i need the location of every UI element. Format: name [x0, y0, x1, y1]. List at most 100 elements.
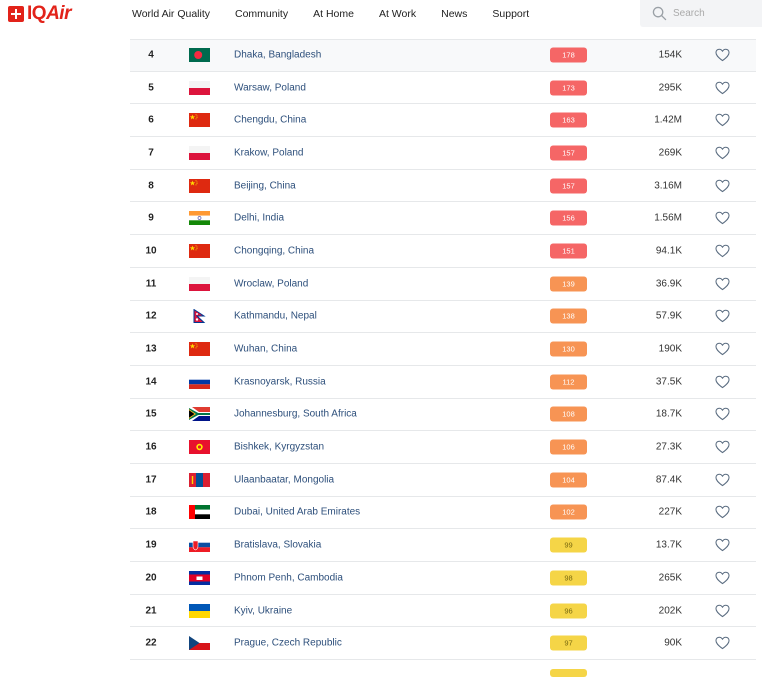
ranking-row[interactable]: 9 Delhi, India 156 1.56M	[130, 202, 756, 236]
ranking-row[interactable]: 10 Chongqing, China 151 94.1K	[130, 235, 756, 268]
india-flag-icon	[189, 211, 210, 226]
rank-number: 4	[148, 49, 154, 61]
heart-icon[interactable]	[715, 538, 730, 552]
aqi-badge: 139	[550, 276, 587, 292]
aqi-badge: 157	[550, 178, 587, 194]
rank-number: 14	[145, 376, 157, 388]
ranking-row[interactable]: 17 Ulaanbaatar, Mongolia 104 87.4K	[130, 464, 756, 497]
nav-at-work[interactable]: At Work	[379, 8, 416, 21]
heart-icon[interactable]	[715, 277, 730, 291]
heart-icon[interactable]	[715, 113, 730, 127]
heart-icon[interactable]	[715, 48, 730, 62]
nav-community[interactable]: Community	[235, 8, 288, 21]
rank-number: 9	[148, 212, 154, 224]
uae-flag-icon	[189, 505, 210, 520]
city-link[interactable]: Johannesburg, South Africa	[234, 409, 357, 420]
city-link[interactable]: Wroclaw, Poland	[234, 278, 308, 289]
aqi-badge: 96	[550, 603, 587, 619]
heart-icon[interactable]	[715, 146, 730, 160]
ranking-row[interactable]: 6 Chengdu, China 163 1.42M	[130, 104, 756, 138]
city-link[interactable]: Dhaka, Bangladesh	[234, 50, 321, 61]
followers-count: 36.9K	[655, 278, 682, 290]
heart-icon[interactable]	[715, 179, 730, 193]
nav-at-home[interactable]: At Home	[313, 8, 354, 21]
nav-news[interactable]: News	[441, 8, 467, 21]
poland-flag-icon	[189, 276, 210, 291]
city-link[interactable]: Wuhan, China	[234, 344, 297, 355]
rank-number: 7	[148, 147, 154, 159]
city-link[interactable]: Bratislava, Slovakia	[234, 540, 321, 551]
heart-icon[interactable]	[715, 342, 730, 356]
followers-count: 87.4K	[655, 474, 682, 486]
ranking-row[interactable]: 7 Krakow, Poland 157 269K	[130, 137, 756, 170]
heart-icon[interactable]	[715, 604, 730, 618]
city-link[interactable]: Kyiv, Ukraine	[234, 605, 292, 616]
city-link[interactable]: Phnom Penh, Cambodia	[234, 572, 343, 583]
heart-icon[interactable]	[715, 505, 730, 519]
rank-number: 22	[145, 637, 157, 649]
city-link[interactable]: Krasnoyarsk, Russia	[234, 376, 326, 387]
ranking-row[interactable]: 21 Kyiv, Ukraine 96 202K	[130, 595, 756, 628]
heart-icon[interactable]	[715, 211, 730, 225]
aqi-badge: 130	[550, 341, 587, 357]
followers-count: 295K	[658, 82, 682, 94]
ranking-row[interactable]: 14 Krasnoyarsk, Russia 112 37.5K	[130, 366, 756, 399]
followers-count: 13.7K	[655, 539, 682, 551]
city-link[interactable]: Krakow, Poland	[234, 147, 304, 158]
followers-count: 269K	[658, 147, 682, 159]
rank-number: 18	[145, 506, 157, 518]
heart-icon[interactable]	[715, 440, 730, 454]
followers-count: 265K	[658, 572, 682, 584]
ranking-row[interactable]: 18 Dubai, United Arab Emirates 102 227K	[130, 497, 756, 530]
ranking-row[interactable]: 11 Wroclaw, Poland 139 36.9K	[130, 268, 756, 301]
city-link[interactable]: Prague, Czech Republic	[234, 638, 342, 649]
followers-count: 1.56M	[654, 212, 682, 224]
city-link[interactable]: Dubai, United Arab Emirates	[234, 507, 360, 518]
ranking-row[interactable]: 16 Bishkek, Kyrgyzstan 106 27.3K	[130, 431, 756, 464]
heart-icon[interactable]	[715, 473, 730, 487]
heart-icon[interactable]	[715, 309, 730, 323]
ranking-row[interactable]: 4 Dhaka, Bangladesh 178 154K	[130, 39, 756, 72]
city-link[interactable]: Beijing, China	[234, 180, 296, 191]
heart-icon[interactable]	[715, 571, 730, 585]
czech-flag-icon	[189, 636, 210, 651]
search-box[interactable]	[640, 0, 762, 27]
main-nav: World Air Quality Community At Home At W…	[132, 8, 554, 21]
nav-world-air-quality[interactable]: World Air Quality	[132, 8, 210, 21]
followers-count: 37.5K	[655, 376, 682, 388]
rank-number: 19	[145, 539, 157, 551]
rank-number: 11	[145, 278, 157, 290]
city-ranking-table: 4 Dhaka, Bangladesh 178 154K 5 Warsaw, Poland…	[130, 39, 756, 661]
city-link[interactable]: Warsaw, Poland	[234, 82, 306, 93]
ranking-row[interactable]: 13 Wuhan, China 130 190K	[130, 333, 756, 366]
heart-icon[interactable]	[715, 636, 730, 650]
city-link[interactable]: Chongqing, China	[234, 245, 314, 256]
heart-icon[interactable]	[715, 81, 730, 95]
ranking-row[interactable]: 5 Warsaw, Poland 173 295K	[130, 72, 756, 105]
ranking-row[interactable]: 15 Johannesburg, South Africa 108 18.7K	[130, 399, 756, 432]
city-link[interactable]: Kathmandu, Nepal	[234, 311, 317, 322]
heart-icon[interactable]	[715, 375, 730, 389]
ranking-row[interactable]: 8 Beijing, China 157 3.16M	[130, 170, 756, 203]
search-input[interactable]	[673, 8, 753, 19]
heart-icon[interactable]	[715, 244, 730, 258]
nav-support[interactable]: Support	[492, 8, 529, 21]
city-link[interactable]: Chengdu, China	[234, 115, 306, 126]
russia-flag-icon	[189, 374, 210, 389]
city-link[interactable]: Ulaanbaatar, Mongolia	[234, 474, 334, 485]
city-link[interactable]: Bishkek, Kyrgyzstan	[234, 442, 324, 453]
heart-icon[interactable]	[715, 407, 730, 421]
next-row-partial	[130, 661, 756, 677]
ranking-row[interactable]: 12 Kathmandu, Nepal 138 57.9K	[130, 301, 756, 334]
ranking-row[interactable]: 19 Bratislava, Slovakia 99 13.7K	[130, 529, 756, 562]
poland-flag-icon	[189, 145, 210, 160]
aqi-badge: 98	[550, 570, 587, 586]
iqair-logo[interactable]: IQAir	[8, 4, 71, 24]
city-link[interactable]: Delhi, India	[234, 213, 284, 224]
ranking-row[interactable]: 20 Phnom Penh, Cambodia 98 265K	[130, 562, 756, 595]
ranking-row[interactable]: 22 Prague, Czech Republic 97 90K	[130, 627, 756, 661]
aqi-badge: 156	[550, 210, 587, 226]
china-flag-icon	[189, 113, 210, 128]
aqi-badge: 102	[550, 504, 587, 520]
aqi-badge	[550, 669, 587, 677]
